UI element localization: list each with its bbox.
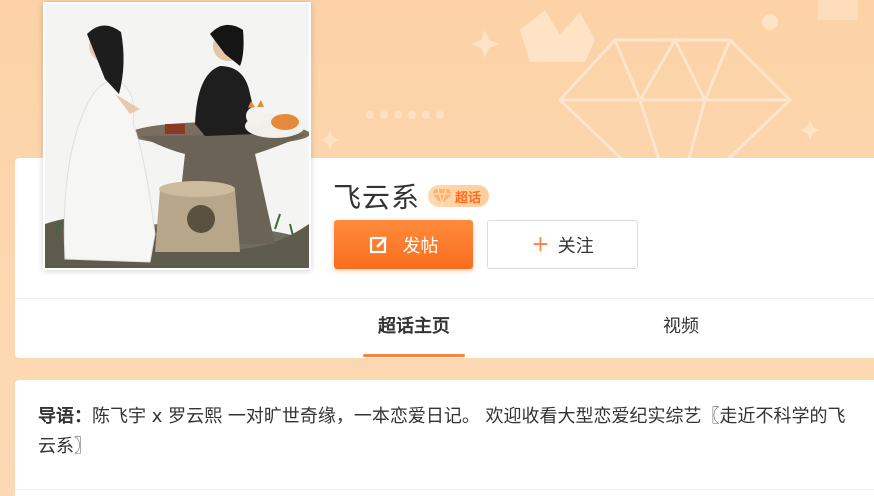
super-topic-badge: 超话 bbox=[428, 185, 490, 207]
edit-square-icon bbox=[369, 236, 387, 253]
topic-title-row: 飞云系 超话 bbox=[333, 176, 490, 216]
topic-avatar[interactable] bbox=[43, 2, 311, 270]
plus-icon: + bbox=[531, 231, 550, 257]
intro-body: 陈飞宇 x 罗云熙 一对旷世奇缘，一本恋爱日记。 欢迎收看大型恋爱纪实综艺〖走近… bbox=[38, 406, 846, 457]
diamond-icon bbox=[432, 188, 453, 204]
post-button[interactable]: 发帖 bbox=[334, 220, 473, 269]
post-button-label: 发帖 bbox=[402, 235, 439, 257]
divider bbox=[15, 489, 874, 490]
badge-label: 超话 bbox=[455, 190, 482, 206]
follow-button-label: 关注 bbox=[557, 235, 594, 257]
intro-lead: 导语： bbox=[38, 406, 92, 427]
avatar-image bbox=[45, 4, 309, 268]
follow-button[interactable]: + 关注 bbox=[487, 220, 638, 269]
tab-super-topic-home[interactable]: 超话主页 bbox=[363, 299, 465, 357]
tab-bar: 超话主页 视频 bbox=[15, 298, 874, 357]
topic-title: 飞云系 bbox=[333, 181, 421, 214]
intro-text: 导语：陈飞宇 x 罗云熙 一对旷世奇缘，一本恋爱日记。 欢迎收看大型恋爱纪实综艺… bbox=[38, 402, 858, 462]
tab-video[interactable]: 视频 bbox=[641, 299, 721, 357]
